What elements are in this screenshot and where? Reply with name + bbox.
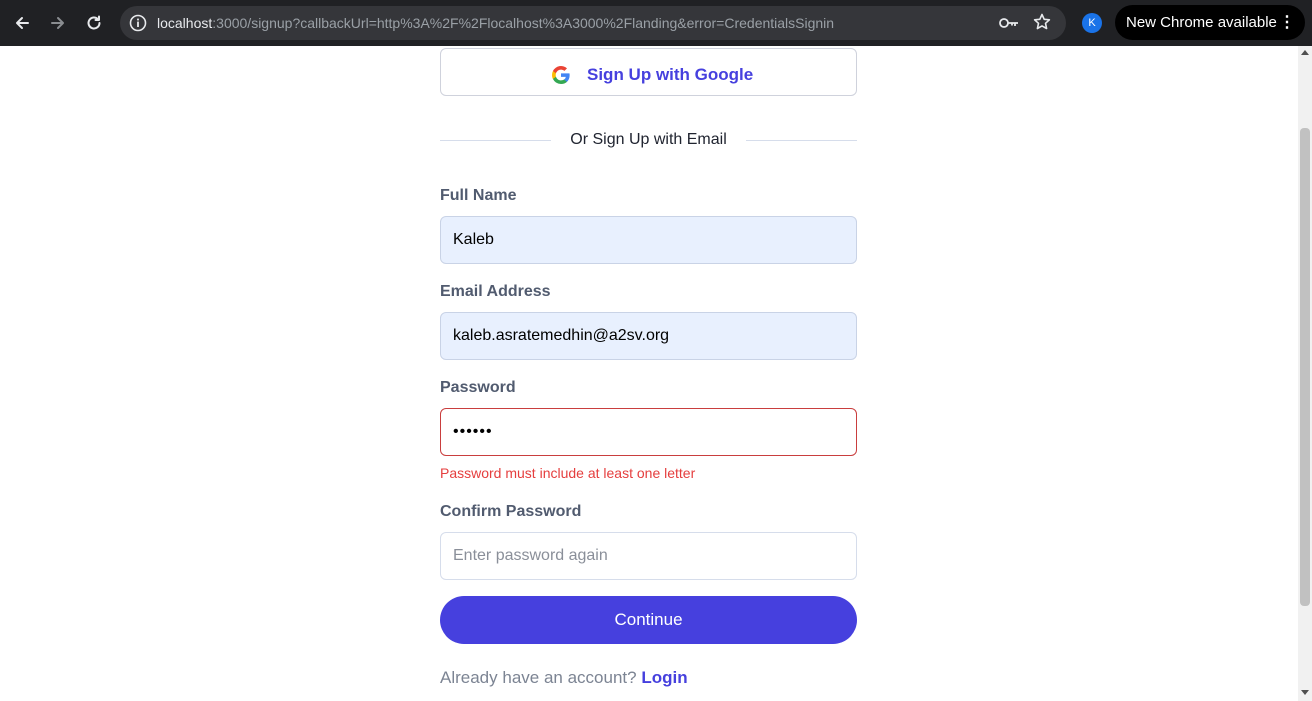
google-signup-button[interactable]: Sign Up with Google <box>440 48 857 96</box>
continue-button[interactable]: Continue <box>440 596 857 644</box>
forward-button[interactable] <box>43 8 73 38</box>
site-info-icon[interactable] <box>128 13 148 33</box>
divider-line-left <box>440 140 551 141</box>
key-icon[interactable] <box>998 13 1020 33</box>
divider-line-right <box>746 140 857 141</box>
google-logo-icon <box>552 66 570 84</box>
email-input[interactable]: kaleb.asratemedhin@a2sv.org <box>440 312 857 360</box>
bookmark-star-icon[interactable] <box>1032 12 1052 32</box>
account-prompt-text: Already have an account? <box>440 668 637 687</box>
login-prompt: Already have an account? Login <box>440 668 688 688</box>
confirm-password-label: Confirm Password <box>440 503 582 520</box>
reload-button[interactable] <box>79 8 109 38</box>
arrow-left-icon <box>16 17 29 29</box>
email-label: Email Address <box>440 283 551 300</box>
password-input[interactable]: •••••• <box>440 408 857 456</box>
browser-toolbar: localhost:3000/signup?callbackUrl=http%3… <box>0 0 1312 46</box>
password-error-message: Password must include at least one lette… <box>440 465 696 481</box>
arrow-right-icon <box>51 17 64 29</box>
reload-icon <box>87 15 101 30</box>
scrollbar-thumb[interactable] <box>1300 128 1310 606</box>
scroll-up-arrow-icon[interactable] <box>1301 50 1309 55</box>
url-path: :3000/signup?callbackUrl=http%3A%2F%2Flo… <box>212 15 835 31</box>
address-bar[interactable]: localhost:3000/signup?callbackUrl=http%3… <box>120 6 1066 40</box>
email-divider-text: Or Sign Up with Email <box>570 131 727 148</box>
full-name-label: Full Name <box>440 187 517 204</box>
url-host: localhost <box>157 15 213 31</box>
update-chrome-button[interactable]: New Chrome available ⋮ <box>1115 5 1305 40</box>
menu-dots-icon: ⋮ <box>1279 14 1295 31</box>
url-text[interactable]: localhost:3000/signup?callbackUrl=http%3… <box>157 14 834 32</box>
login-link[interactable]: Login <box>641 668 687 687</box>
update-label: New Chrome available <box>1126 14 1277 31</box>
confirm-password-input[interactable]: Enter password again <box>440 532 857 580</box>
scroll-down-arrow-icon[interactable] <box>1301 690 1309 695</box>
google-signup-label: Sign Up with Google <box>587 65 754 84</box>
password-label: Password <box>440 379 516 396</box>
back-button[interactable] <box>7 8 37 38</box>
profile-avatar[interactable]: K <box>1082 13 1102 33</box>
full-name-input[interactable]: Kaleb <box>440 216 857 264</box>
